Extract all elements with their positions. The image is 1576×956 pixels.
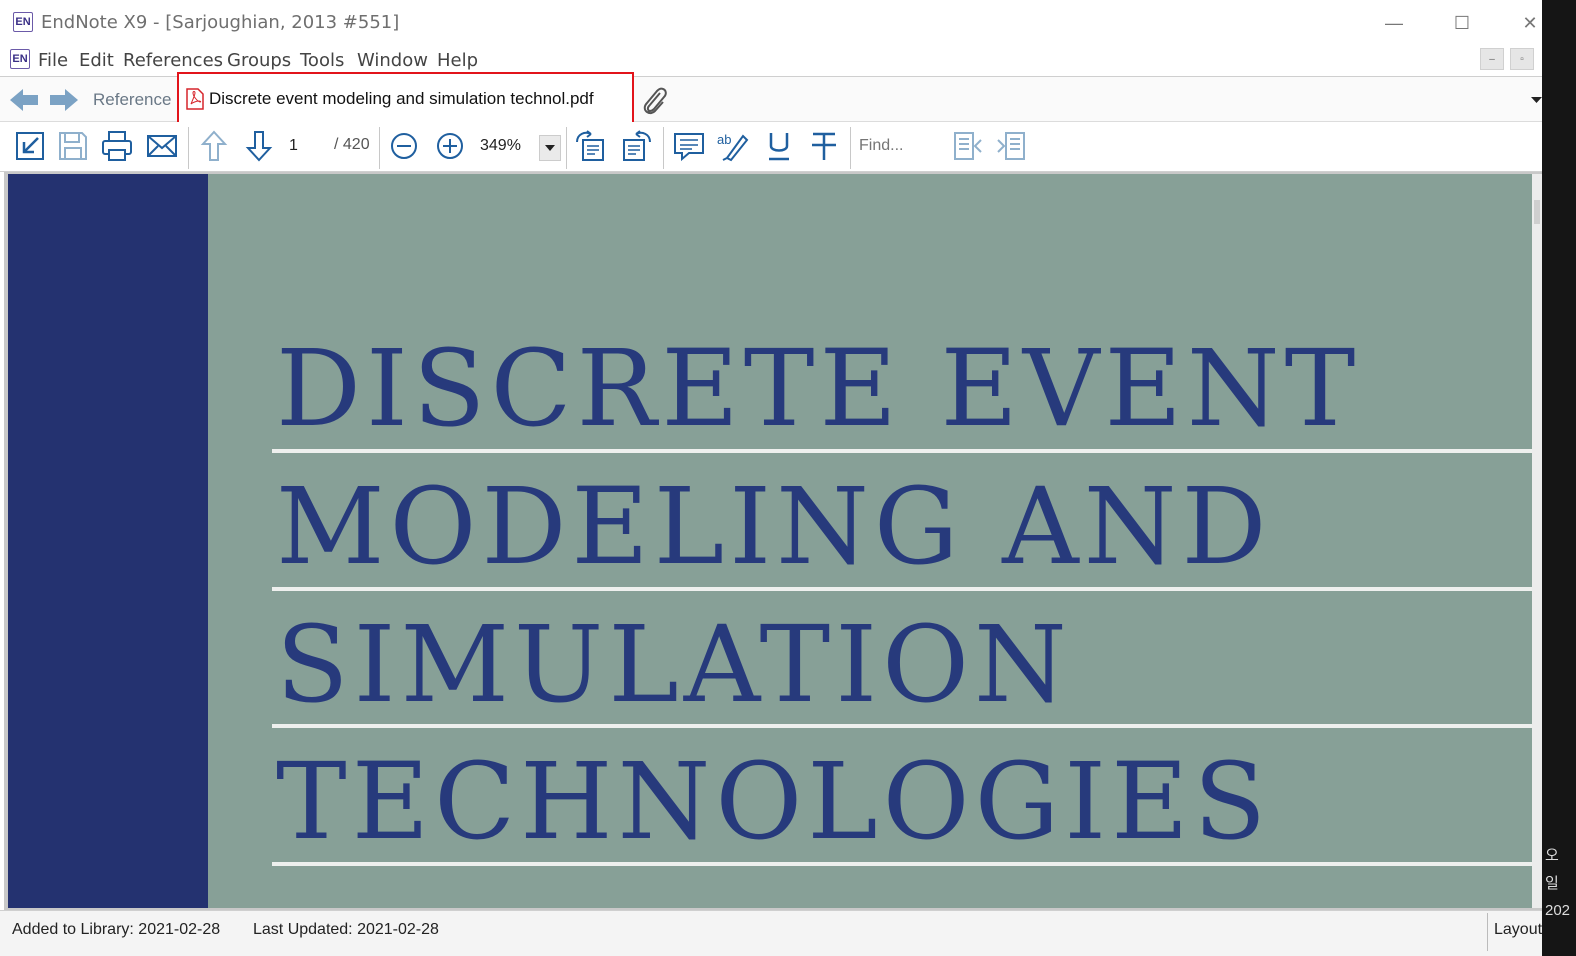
menu-window[interactable]: Window: [357, 50, 428, 71]
page-total: / 420: [334, 136, 370, 153]
menu-help[interactable]: Help: [437, 50, 478, 71]
vertical-scrollbar[interactable]: [1532, 174, 1542, 908]
underline-icon[interactable]: [761, 128, 797, 164]
highlight-icon[interactable]: ab: [715, 128, 751, 164]
scrollbar-thumb[interactable]: [1534, 200, 1540, 224]
cover-title-line: MODELING AND: [276, 465, 1272, 588]
tab-pdf-document[interactable]: Discrete event modeling and simulation t…: [177, 72, 634, 124]
sticky-note-icon[interactable]: [671, 128, 707, 164]
pdf-file-icon: [186, 88, 204, 110]
zoom-dropdown-button[interactable]: [539, 135, 561, 161]
print-icon[interactable]: [99, 128, 135, 164]
find-previous-icon[interactable]: [949, 128, 985, 164]
window-title: EndNote X9 - [Sarjoughian, 2013 #551]: [41, 12, 400, 33]
svg-text:ab: ab: [717, 132, 731, 147]
layout-button[interactable]: Layout: [1487, 913, 1542, 951]
toolbar-separator: [663, 127, 664, 169]
page-number-input[interactable]: [281, 134, 329, 158]
endnote-window: EN EndNote X9 - [Sarjoughian, 2013 #551]…: [0, 0, 1542, 956]
document-logo-icon[interactable]: EN: [10, 49, 30, 69]
endnote-logo-icon: EN: [13, 12, 33, 32]
menu-groups[interactable]: Groups: [227, 50, 291, 71]
maximize-button[interactable]: ☐: [1440, 8, 1484, 38]
clock-text: 202: [1545, 902, 1571, 919]
added-date: Added to Library: 2021-02-28: [12, 921, 221, 938]
email-icon[interactable]: [144, 128, 180, 164]
pdf-page: DISCRETE EVENT MODELING AND SIMULATION T…: [8, 174, 1532, 908]
forward-arrow-icon[interactable]: [49, 87, 79, 113]
updated-date: Last Updated: 2021-02-28: [253, 921, 439, 938]
cover-rule: [272, 449, 1532, 453]
save-icon[interactable]: [55, 128, 91, 164]
status-bar: [0, 910, 1542, 956]
toolbar-separator: [850, 127, 851, 169]
zoom-in-icon[interactable]: [432, 128, 468, 164]
tab-reference[interactable]: Reference: [93, 90, 171, 110]
clock-text: 오: [1545, 847, 1559, 864]
open-external-icon[interactable]: [12, 128, 48, 164]
mdi-restore-button[interactable]: ▫: [1510, 48, 1534, 70]
previous-page-icon[interactable]: [196, 128, 232, 164]
toolbar-separator: [188, 127, 189, 169]
menu-references[interactable]: References: [123, 50, 223, 71]
find-input[interactable]: [857, 131, 949, 161]
next-page-icon[interactable]: [241, 128, 277, 164]
cover-rule: [272, 724, 1532, 728]
cover-rule: [272, 587, 1532, 591]
toolbar-separator: [379, 127, 380, 169]
toolbar-separator: [566, 127, 567, 169]
paperclip-icon[interactable]: [640, 85, 668, 117]
rotate-left-icon[interactable]: [573, 128, 609, 164]
menu-edit[interactable]: Edit: [79, 50, 114, 71]
find-next-icon[interactable]: [994, 128, 1030, 164]
desktop-edge: [1542, 0, 1576, 956]
chevron-down-icon: [545, 145, 555, 151]
cover-title-line: TECHNOLOGIES: [276, 740, 1272, 863]
zoom-level[interactable]: 349%: [480, 137, 521, 155]
cover-band: [8, 174, 208, 908]
cover-title-line: DISCRETE EVENT: [276, 327, 1361, 450]
strikethrough-icon[interactable]: [806, 128, 842, 164]
chevron-down-icon[interactable]: [1531, 95, 1542, 105]
cover-title-line: SIMULATION: [276, 603, 1072, 726]
clock-text: 일: [1545, 875, 1559, 892]
minimize-button[interactable]: —: [1372, 8, 1416, 38]
pdf-tab-label: Discrete event modeling and simulation t…: [209, 89, 594, 108]
mdi-minimize-button[interactable]: –: [1480, 48, 1504, 70]
cover-rule: [272, 862, 1532, 866]
title-bar: EN EndNote X9 - [Sarjoughian, 2013 #551]…: [0, 0, 1542, 46]
menu-file[interactable]: File: [38, 50, 68, 71]
zoom-out-icon[interactable]: [386, 128, 422, 164]
rotate-right-icon[interactable]: [618, 128, 654, 164]
menu-tools[interactable]: Tools: [300, 50, 344, 71]
back-arrow-icon[interactable]: [9, 87, 39, 113]
